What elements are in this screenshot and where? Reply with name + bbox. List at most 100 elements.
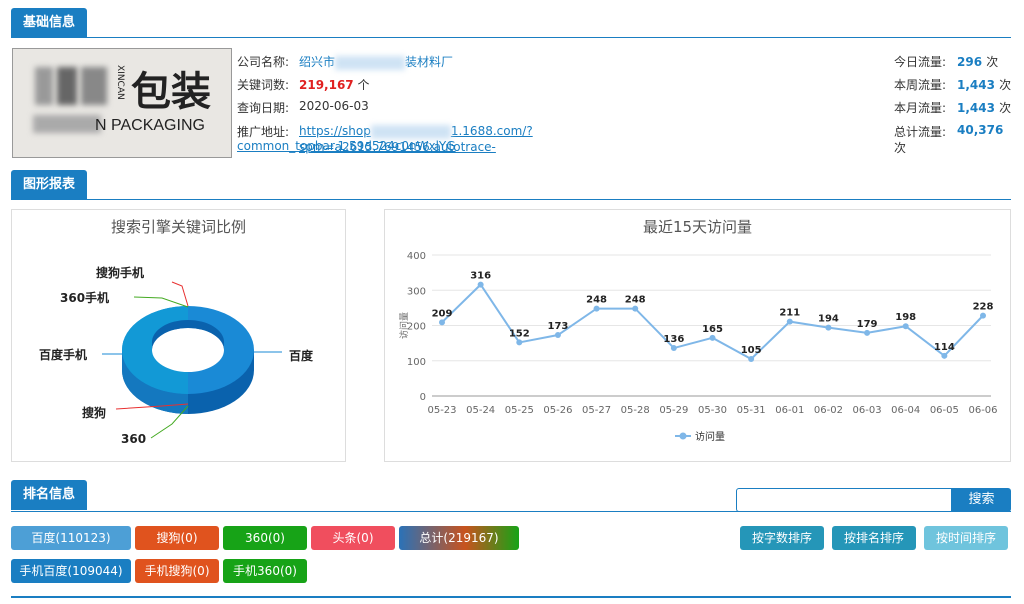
sort-by-rank-button[interactable]: 按排名排序: [832, 526, 916, 550]
data-point: [825, 324, 832, 331]
logo-cn-text: 包装: [131, 69, 211, 115]
legend-marker: [679, 432, 687, 440]
filter-mobile-360-button[interactable]: 手机360(0): [223, 559, 307, 583]
pie-label: 搜狗: [82, 405, 106, 420]
today-traffic-label: 今日流量:: [894, 55, 947, 69]
bottom-divider: [11, 596, 1011, 598]
data-point: [709, 334, 716, 341]
company-logo: XINCAN 包装 N PACKAGING: [12, 48, 232, 158]
x-tick-label: 06-04: [891, 405, 920, 416]
line-chart-svg: 0100200300400访问量05-23 05-24 05-25 05-26 05-2…: [398, 251, 998, 443]
line-chart-panel: 最近15天访问量 0 100 200 300 400 访问量 05-23 05-24 05-25…: [384, 209, 1011, 462]
total-traffic-label: 总计流量:: [894, 125, 947, 139]
section-divider: [11, 37, 1011, 38]
week-traffic-value: 1,443: [957, 78, 995, 92]
keywords-count: 219,167 个: [299, 76, 370, 93]
data-label: 248: [625, 295, 646, 306]
pie-label: 百度手机: [39, 347, 87, 362]
x-tick-label: 06-05: [930, 405, 959, 416]
data-label: 114: [934, 342, 955, 353]
x-tick-label: 06-06: [968, 405, 997, 416]
pie-label: 搜狗手机: [96, 265, 144, 280]
y-tick-label: 0: [420, 392, 426, 403]
month-traffic-label: 本月流量:: [894, 101, 947, 115]
logo-vertical-text: XINCAN: [115, 65, 125, 100]
data-point: [786, 318, 793, 325]
y-tick-label: 300: [407, 286, 426, 297]
pie-label: 360手机: [60, 290, 109, 305]
search-button[interactable]: 搜索: [952, 488, 1011, 512]
data-point: [593, 305, 600, 312]
pie-label: 百度: [289, 348, 314, 363]
x-tick-label: 05-28: [621, 405, 650, 416]
filter-toutiao-button[interactable]: 头条(0): [311, 526, 395, 550]
section-title-ranking: 排名信息: [11, 480, 88, 510]
filter-360-button[interactable]: 360(0): [223, 526, 307, 550]
x-tick-label: 06-03: [853, 405, 882, 416]
date-value: 2020-06-03: [299, 99, 369, 113]
x-tick-label: 06-01: [775, 405, 804, 416]
blur-mask: [57, 67, 77, 105]
data-point: [632, 305, 639, 312]
sort-by-words-button[interactable]: 按字数排序: [740, 526, 824, 550]
ring-hole: [152, 328, 224, 372]
date-label: 查询日期:: [237, 101, 290, 115]
company-name[interactable]: 绍兴市 装材料厂: [299, 53, 453, 70]
data-label: 211: [779, 308, 800, 319]
data-label: 136: [663, 334, 684, 345]
data-point: [748, 355, 755, 362]
filter-baidu-button[interactable]: 百度(110123): [11, 526, 131, 550]
data-point: [902, 323, 909, 330]
data-label: 105: [741, 345, 762, 356]
data-point: [439, 319, 445, 326]
unit: 次: [986, 55, 999, 69]
blur-mask: [35, 67, 53, 105]
x-tick-label: 05-25: [505, 405, 534, 416]
data-label: 179: [857, 319, 878, 330]
blur-mask: [335, 55, 406, 70]
url-part: common_topbar.1.59d524c0nWxlYG: [237, 139, 456, 153]
y-tick-label: 100: [407, 357, 426, 368]
keywords-value: 219,167: [299, 78, 354, 92]
pie-label: 360: [121, 432, 146, 446]
data-point: [477, 281, 484, 288]
y-tick-label: 400: [407, 251, 426, 262]
today-traffic: 296 次: [957, 53, 998, 70]
x-tick-label: 05-23: [427, 405, 456, 416]
data-point: [670, 345, 677, 352]
month-traffic-value: 1,443: [957, 101, 995, 115]
promo-url-link-cont[interactable]: common_topbar.1.59d524c0nWxlYG: [237, 139, 456, 153]
data-point: [980, 312, 986, 319]
pie-chart-panel: 搜索引擎关键词比例 搜狗手机 360手机 百度手机 搜狗 360 百度: [11, 209, 346, 462]
data-point: [941, 352, 948, 359]
company-name-part: 绍兴市: [299, 55, 336, 69]
week-traffic-label: 本周流量:: [894, 78, 947, 92]
total-traffic-value: 40,376: [957, 123, 1004, 137]
keywords-unit: 个: [357, 78, 370, 92]
company-name-part: 装材料厂: [405, 55, 454, 69]
leader-line: [133, 296, 189, 308]
data-point: [516, 339, 523, 346]
data-label: 165: [702, 324, 723, 335]
company-label: 公司名称:: [237, 55, 290, 69]
section-title-charts: 图形报表: [11, 170, 88, 200]
data-label: 248: [586, 295, 607, 306]
filter-mobile-sogou-button[interactable]: 手机搜狗(0): [135, 559, 219, 583]
month-traffic: 1,443 次: [957, 99, 1011, 116]
blur-mask: [370, 124, 451, 139]
x-tick-label: 05-30: [698, 405, 727, 416]
sort-by-time-button[interactable]: 按时间排序: [924, 526, 1008, 550]
data-label: 209: [432, 308, 453, 319]
today-traffic-value: 296: [957, 55, 983, 69]
data-label: 152: [509, 328, 530, 339]
filter-total-button[interactable]: 总计(219167): [399, 526, 519, 550]
x-tick-label: 05-24: [466, 405, 495, 416]
pie-chart-svg: 搜狗手机 360手机 百度手机 搜狗 360 百度: [39, 265, 314, 446]
data-label: 198: [895, 312, 916, 323]
blur-mask: [81, 67, 107, 105]
data-point: [864, 329, 871, 336]
search-input[interactable]: [736, 488, 952, 512]
unit: 次: [894, 141, 907, 155]
filter-sogou-button[interactable]: 搜狗(0): [135, 526, 219, 550]
filter-mobile-baidu-button[interactable]: 手机百度(109044): [11, 559, 131, 583]
